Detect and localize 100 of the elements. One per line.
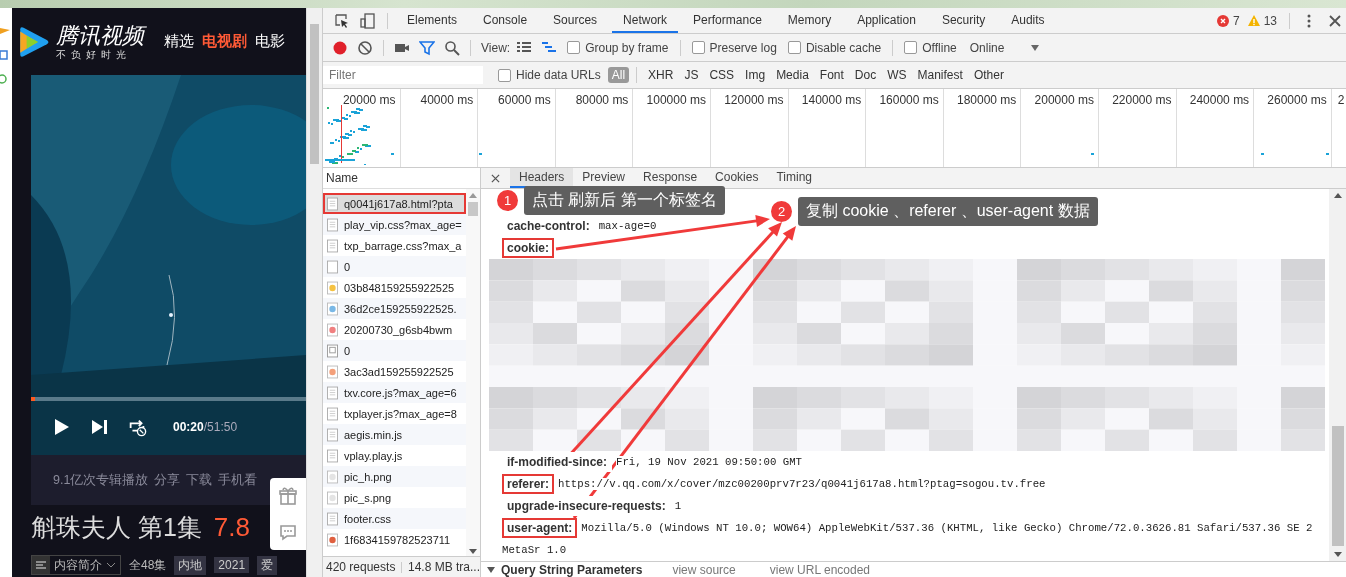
progress-track[interactable] [31,397,306,401]
checkbox[interactable] [498,68,511,82]
stat-text[interactable]: 手机看 [218,471,258,489]
type-filter-button[interactable]: Other [969,67,1008,83]
detail-tab[interactable]: Timing [767,168,821,188]
request-name: txplayer.js?max_age=8 [344,407,457,420]
devtools-tab[interactable]: Security [930,8,997,33]
option-checkbox[interactable]: Group by frame [567,40,669,55]
devtools-tab[interactable]: Sources [542,8,609,33]
filter-icon[interactable] [419,39,435,56]
tag[interactable]: 爱 [257,555,278,575]
scroll-down-icon[interactable] [469,549,477,554]
tick-label: 80000 ms [575,93,629,107]
type-filter-button[interactable]: XHR [644,67,678,83]
tag[interactable]: 内地 [174,555,207,575]
section-link[interactable]: view source [672,562,736,577]
section-link[interactable]: view URL encoded [769,562,871,577]
request-row[interactable]: pic_h.png [323,466,466,487]
type-filter-button[interactable]: Doc [850,67,881,83]
devtools-tab[interactable]: Performance [682,8,773,33]
details-scrollbar[interactable] [1329,189,1346,561]
detail-tab[interactable]: Preview [573,168,635,188]
request-row[interactable]: 36d2ce159255922525. [323,298,466,319]
throttling-select[interactable]: Online [969,40,1005,55]
type-filter-button[interactable]: Media [772,67,813,83]
request-name: aegis.min.js [344,428,403,441]
device-icon[interactable] [360,12,376,29]
request-row[interactable]: play_vip.css?max_age= [323,214,466,235]
scroll-down-icon[interactable] [1333,552,1342,557]
request-row[interactable]: aegis.min.js [323,424,466,445]
section-title[interactable]: Query String Parameters [501,562,643,577]
devtools-tab[interactable]: Memory [776,8,843,33]
file-icon [327,427,338,442]
request-name: 03b848159255922525 [344,281,455,294]
nav-link[interactable]: 电视剧 [202,32,247,51]
stat-text[interactable]: 分享 [154,471,181,489]
checkbox-label: Hide data URLs [516,68,601,82]
error-icon[interactable] [1216,14,1229,27]
tick-label: 140000 ms [801,93,862,107]
checkbox[interactable] [567,41,581,54]
page-scrollbar[interactable] [306,8,322,577]
checkbox[interactable] [904,41,918,54]
type-filter-button[interactable]: WS [883,67,911,83]
scroll-thumb[interactable] [1331,426,1344,546]
scroll-up-icon[interactable] [1333,193,1342,198]
option-checkbox[interactable]: Preserve log [691,40,777,55]
loop-icon[interactable] [127,417,147,437]
next-icon[interactable] [89,417,109,437]
dropdown-label: 内容简介 [54,556,102,574]
type-filter-button[interactable]: Img [741,67,770,83]
gift-icon[interactable] [278,486,298,506]
stat-text[interactable]: 下载 [186,471,213,489]
type-filter-button[interactable]: JS [680,67,703,83]
type-filter-button[interactable]: Manifest [913,67,967,83]
nav-link[interactable]: 电影 [255,32,285,51]
detail-tab[interactable]: Cookies [706,168,768,188]
request-row[interactable]: 0 [323,256,466,277]
tick-label: 40000 ms [420,93,474,107]
tick-label: 20000 ms [342,93,396,107]
type-filter-button[interactable]: Font [815,67,848,83]
request-row[interactable]: txv.core.js?max_age=6 [323,382,466,403]
detail-tab[interactable]: Response [634,168,707,188]
devtools-tab[interactable]: Console [472,8,539,33]
close-icon[interactable] [1327,12,1343,29]
caret-icon[interactable] [1031,44,1040,51]
option-checkbox[interactable]: Disable cache [787,40,882,55]
detail-tab[interactable]: Headers [510,168,574,188]
type-filter-button[interactable]: CSS [705,67,739,83]
stat-text[interactable]: 9.1亿次专辑播放 [53,471,149,489]
frame-icon [327,343,338,358]
tag[interactable]: 2021 [214,557,250,573]
inspect-icon[interactable] [334,12,350,29]
scroll-thumb[interactable] [468,202,478,216]
request-row[interactable]: 0 [323,340,466,361]
filter-field[interactable]: Filter [323,66,483,84]
record-icon[interactable] [332,39,348,56]
request-name: 20200730_g6sb4bwm [344,323,453,336]
option-checkbox[interactable]: Offline [904,40,957,55]
nav-link[interactable]: 精选 [164,32,194,51]
list-scrollbar[interactable] [466,189,480,556]
clear-icon[interactable] [357,39,373,56]
tick-label: 260000 ms [1267,93,1327,107]
devtools-tab[interactable]: Application [846,8,927,33]
collapse-caret-icon[interactable] [487,566,495,573]
close-icon[interactable] [491,173,500,183]
devtools-tab[interactable]: Elements [396,8,469,33]
episode-title: 斛珠夫人 第1集 [31,512,202,543]
checkbox[interactable] [787,41,801,54]
devtools-tab[interactable]: Audits [1000,8,1056,33]
error-count[interactable]: 7 [1232,13,1240,28]
search-icon[interactable] [444,39,460,56]
request-count: 420 requests [326,560,396,574]
warning-count[interactable]: 13 [1263,13,1277,28]
file-icon [327,385,338,400]
request-row[interactable]: q0041j617a8.html?pta [323,193,466,214]
chat-icon[interactable] [278,522,298,542]
intro-dropdown[interactable]: 内容简介 [31,555,121,575]
checkbox[interactable] [691,41,705,54]
request-row[interactable]: footer.css [323,508,466,529]
file-icon [327,238,338,253]
